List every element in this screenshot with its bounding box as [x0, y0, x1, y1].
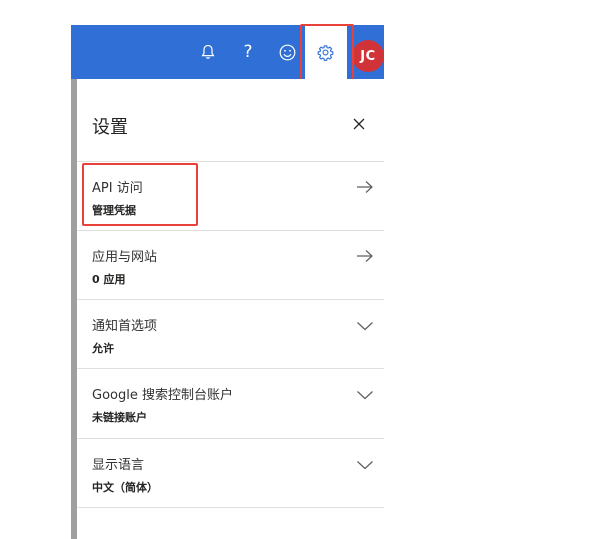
chevron-down-icon[interactable] — [356, 457, 374, 471]
close-button[interactable] — [349, 114, 369, 134]
settings-item-notification-preferences[interactable] — [77, 300, 384, 368]
panel-title: 设置 — [92, 117, 128, 138]
highlight-box-api-access — [82, 163, 198, 226]
settings-item-subtitle: 中文（简体） — [92, 481, 158, 494]
chevron-down-icon[interactable] — [356, 318, 374, 332]
divider — [77, 507, 384, 508]
settings-item-subtitle: 未链接账户 — [92, 411, 147, 424]
avatar-initials: JC — [360, 48, 376, 64]
smiley-icon[interactable] — [275, 25, 299, 79]
settings-item-title: Google 搜索控制台账户 — [92, 388, 233, 403]
settings-item-title: 显示语言 — [92, 458, 145, 473]
settings-item-subtitle: 0 应用 — [92, 273, 126, 286]
settings-item-subtitle: 允许 — [92, 342, 114, 355]
arrow-right-icon[interactable] — [356, 179, 374, 193]
help-icon[interactable]: ? — [236, 25, 260, 79]
settings-item-google-search-console[interactable] — [77, 369, 384, 437]
settings-item-title: 应用与网站 — [92, 250, 158, 265]
bell-icon[interactable] — [196, 25, 220, 79]
settings-item-title: 通知首选项 — [92, 319, 158, 334]
help-glyph: ? — [243, 42, 253, 62]
settings-item-apps-websites[interactable] — [77, 231, 384, 299]
chevron-down-icon[interactable] — [356, 387, 374, 401]
close-icon — [353, 118, 365, 130]
settings-item-display-language[interactable] — [77, 439, 384, 507]
avatar[interactable]: JC — [352, 40, 384, 72]
arrow-right-icon[interactable] — [356, 248, 374, 262]
